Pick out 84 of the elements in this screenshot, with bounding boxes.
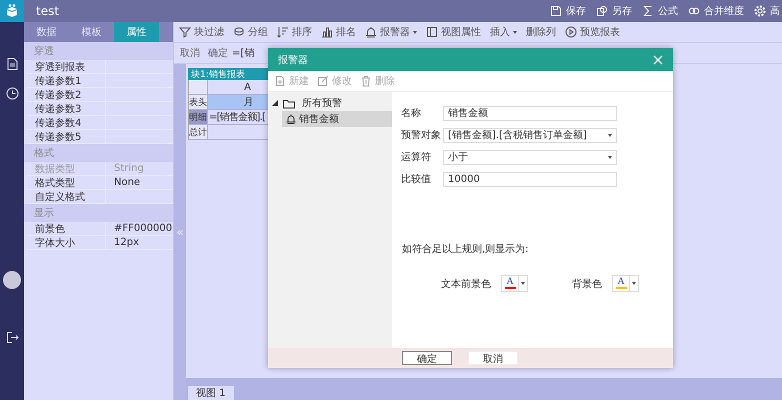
toolbar-button[interactable]: 块过滤	[179, 25, 224, 39]
color-picker[interactable]: A	[612, 275, 639, 292]
property-name: 穿透到报表	[27, 60, 106, 73]
document-icon	[6, 58, 18, 71]
bell-icon	[365, 26, 377, 38]
toolbar-button[interactable]: 删除列	[526, 25, 556, 39]
save-icon	[550, 5, 562, 17]
property-name: 格式类型	[27, 176, 106, 189]
copy-icon	[596, 5, 608, 17]
trash-icon	[360, 75, 372, 87]
toolbar-button[interactable]: 排名	[321, 25, 356, 39]
play-icon	[565, 26, 577, 38]
bell-icon	[286, 114, 296, 124]
row-header[interactable]: 表头	[189, 95, 208, 110]
property-name: 传递参数5	[27, 130, 106, 143]
dialog-button[interactable]: 确定	[402, 351, 452, 365]
row-header[interactable]: 总计	[189, 125, 208, 140]
toolbar-button[interactable]: 视图属性	[426, 25, 481, 39]
app-title: test	[36, 4, 60, 18]
group-icon	[233, 26, 245, 38]
property-name: 传递参数3	[27, 102, 106, 115]
input-field[interactable]: 10000	[443, 172, 617, 186]
formula-field[interactable]: =[销	[232, 46, 254, 60]
property-name: 前景色	[27, 222, 106, 235]
table-corner	[189, 80, 208, 95]
select-field[interactable]: 小于	[443, 150, 617, 164]
toolbar-button[interactable]: 排序	[277, 25, 312, 39]
property-name: 传递参数4	[27, 116, 106, 129]
logout-icon	[6, 331, 18, 344]
logo-icon	[5, 4, 19, 18]
edit-icon	[317, 75, 329, 87]
toolbar-action[interactable]: 公式	[642, 4, 678, 18]
property-name: 传递参数1	[27, 74, 106, 87]
field-label: 名称	[401, 107, 422, 120]
tree-item[interactable]: 所有预警	[298, 95, 346, 111]
panel-icon	[426, 26, 438, 38]
color-label: 背景色	[572, 278, 602, 290]
tree-item[interactable]: 销售金额	[282, 111, 392, 127]
section-header: 格式	[24, 144, 173, 162]
field-label: 运算符	[401, 150, 432, 164]
property-name: 字体大小	[27, 236, 106, 249]
select-field[interactable]: [销售金额].[含税销售订单金额]	[443, 128, 617, 142]
panel-tab[interactable]: 属性	[114, 22, 159, 42]
color-picker[interactable]: A	[501, 275, 528, 292]
property-name: 传递参数2	[27, 88, 106, 101]
toolbar-action[interactable]: 合并维度	[688, 4, 744, 18]
property-value: #FF000000	[113, 222, 172, 235]
toolbar-button[interactable]: 报警器	[365, 25, 417, 39]
property-name: 自定义格式	[27, 190, 106, 203]
gear-icon	[754, 5, 766, 17]
formula-button[interactable]: 取消	[180, 46, 200, 60]
formula-button[interactable]: 确定	[208, 46, 228, 60]
input-field[interactable]: 销售金额	[443, 106, 617, 120]
sort-icon	[277, 26, 289, 38]
bar-chart-icon	[321, 26, 333, 38]
toolbar-button[interactable]: 分组	[233, 25, 268, 39]
history-icon	[6, 87, 18, 100]
property-name: 数据类型	[27, 162, 106, 175]
toolbar-action[interactable]: 另存	[596, 4, 632, 18]
field-label: 预警对象	[401, 128, 442, 142]
dialog-button[interactable]: 取消	[468, 351, 518, 365]
expanded-icon[interactable]	[272, 100, 280, 106]
property-value: None	[113, 176, 140, 189]
toolbar-button[interactable]: 插入	[490, 25, 517, 39]
property-value: 12px	[113, 236, 139, 249]
property-value: String	[113, 162, 144, 175]
toolbar-action[interactable]: 保存	[550, 4, 586, 18]
sum-icon	[642, 5, 654, 17]
view-tab[interactable]: 视图 1	[188, 386, 234, 400]
link-icon	[688, 5, 700, 17]
color-label: 文本前景色	[441, 278, 491, 290]
section-header: 显示	[24, 204, 173, 222]
rule-message: 如符合足以上规则,则显示为:	[401, 242, 530, 256]
section-header: 穿透	[24, 42, 173, 60]
toolbar-button[interactable]: 预览报表	[565, 25, 620, 39]
dialog-title: 报警器	[278, 54, 308, 66]
row-header[interactable]: 明细	[189, 110, 208, 125]
new-file-icon	[274, 75, 286, 87]
filter-icon	[179, 26, 191, 38]
toolbar-action[interactable]: 高	[754, 4, 780, 18]
field-label: 比较值	[401, 172, 432, 186]
folder-icon	[283, 98, 295, 108]
avatar[interactable]	[3, 271, 21, 289]
close-icon[interactable]	[653, 54, 663, 64]
